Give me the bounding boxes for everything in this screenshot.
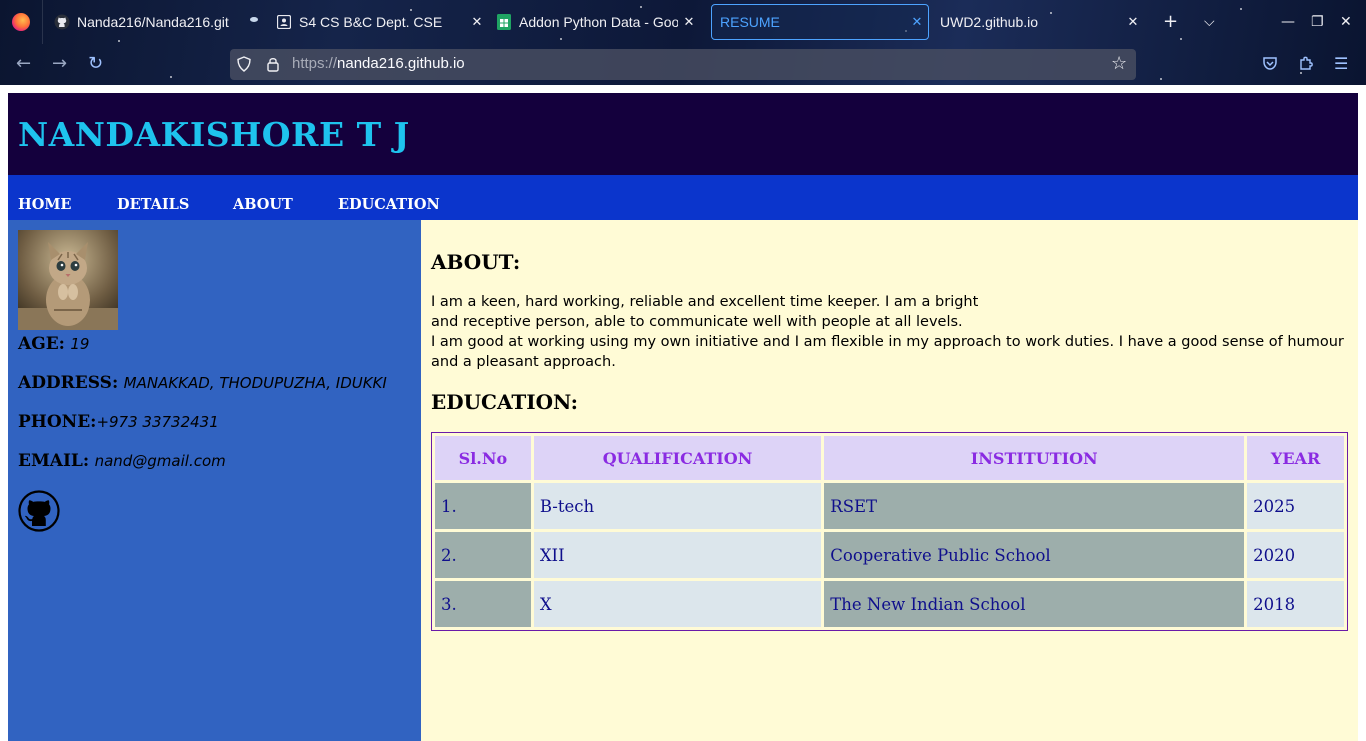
nav-education[interactable]: EDUCATION: [338, 196, 440, 213]
tab-title: RESUME: [720, 14, 780, 30]
lock-icon[interactable]: [265, 56, 281, 72]
cell-institution: Cooperative Public School: [824, 532, 1245, 578]
nav-home[interactable]: HOME: [18, 196, 71, 213]
classroom-icon: [276, 14, 292, 30]
cell-serial: 1.: [435, 483, 531, 529]
tab-sheets[interactable]: Addon Python Data - Goo ✕: [496, 4, 700, 40]
close-tab-icon[interactable]: ✕: [466, 14, 488, 30]
chevron-down-icon[interactable]: ⌵: [1204, 12, 1215, 32]
email-value: nand@gmail.com: [94, 452, 226, 470]
url-host: nanda216.github.io: [337, 55, 465, 72]
tab-title: Addon Python Data - Goo: [519, 14, 678, 30]
tab-title: Nanda216/Nanda216.git: [77, 14, 229, 30]
table-row: 3. X The New Indian School 2018: [435, 581, 1344, 627]
column-header: QUALIFICATION: [533, 436, 822, 480]
column-header: INSTITUTION: [824, 436, 1245, 480]
about-line: I am a keen, hard working, reliable and …: [431, 294, 979, 310]
firefox-icon[interactable]: [12, 13, 30, 31]
cell-serial: 2.: [435, 532, 531, 578]
email-row: EMAIL: nand@gmail.com: [18, 451, 226, 471]
cell-institution: RSET: [824, 483, 1245, 529]
age-value: 19: [70, 335, 90, 353]
nav-about[interactable]: ABOUT: [233, 196, 293, 213]
tab-uwd2[interactable]: UWD2.github.io ✕: [940, 4, 1144, 40]
about-heading: ABOUT:: [431, 250, 521, 274]
webpage: NANDAKISHORE T J HOME DETAILS ABOUT EDUC…: [8, 93, 1358, 741]
email-label: EMAIL:: [18, 451, 90, 471]
url-protocol: https://: [292, 55, 338, 72]
minimize-icon[interactable]: —: [1281, 12, 1295, 32]
phone-label: PHONE:: [18, 412, 97, 432]
extensions-icon[interactable]: [1298, 55, 1314, 75]
github-icon: [54, 14, 70, 30]
tab-title: UWD2.github.io: [940, 14, 1039, 30]
column-header: Sl.No: [435, 436, 531, 480]
site-title: NANDAKISHORE T J: [18, 115, 410, 154]
profile-sidebar: AGE: 19 ADDRESS: MANAKKAD, THODUPUZHA, I…: [8, 220, 421, 741]
phone-value: +973 33732431: [96, 413, 219, 431]
profile-photo: [18, 230, 118, 330]
pocket-icon[interactable]: [1262, 55, 1278, 75]
about-line: I am good at working using my own initia…: [431, 334, 1344, 370]
close-tab-icon[interactable]: ✕: [678, 14, 700, 30]
phone-row: PHONE:+973 33732431: [18, 412, 219, 432]
cell-qualification: B-tech: [533, 483, 822, 529]
tab-resume[interactable]: RESUME ✕: [711, 4, 929, 40]
tab-github[interactable]: Nanda216/Nanda216.git: [54, 4, 274, 40]
cell-year: 2025: [1247, 483, 1344, 529]
back-icon[interactable]: ←: [16, 54, 31, 74]
main-content: ABOUT: I am a keen, hard working, reliab…: [421, 220, 1358, 741]
table-row: 1. B-tech RSET 2025: [435, 483, 1344, 529]
table-header-row: Sl.No QUALIFICATION INSTITUTION YEAR: [435, 436, 1344, 480]
age-row: AGE: 19: [18, 334, 89, 354]
cell-qualification: XII: [533, 532, 822, 578]
url-text[interactable]: https://nanda216.github.io: [292, 55, 465, 72]
sheets-icon: [496, 14, 512, 30]
menu-icon[interactable]: ☰: [1334, 55, 1348, 73]
forward-icon[interactable]: →: [52, 54, 67, 74]
cell-serial: 3.: [435, 581, 531, 627]
github-icon[interactable]: [18, 490, 60, 532]
age-label: AGE:: [18, 334, 65, 354]
shield-icon[interactable]: [236, 56, 252, 72]
nav-details[interactable]: DETAILS: [117, 196, 189, 213]
browser-chrome: Nanda216/Nanda216.git S4 CS B&C Dept. CS…: [0, 0, 1366, 85]
education-heading: EDUCATION:: [431, 390, 578, 414]
close-window-icon[interactable]: ✕: [1340, 12, 1352, 32]
about-line: and receptive person, able to communicat…: [431, 314, 963, 330]
bookmark-star-icon[interactable]: ☆: [1111, 54, 1127, 74]
education-table: Sl.No QUALIFICATION INSTITUTION YEAR 1. …: [431, 432, 1348, 631]
site-header: NANDAKISHORE T J: [8, 93, 1358, 175]
cell-year: 2020: [1247, 532, 1344, 578]
restore-icon[interactable]: ❐: [1311, 12, 1324, 32]
close-tab-icon[interactable]: ✕: [906, 14, 928, 30]
table-row: 2. XII Cooperative Public School 2020: [435, 532, 1344, 578]
tab-title: S4 CS B&C Dept. CSE: [299, 14, 443, 30]
address-value: MANAKKAD, THODUPUZHA, IDUKKI: [123, 374, 387, 392]
site-nav: HOME DETAILS ABOUT EDUCATION: [8, 175, 1358, 220]
reload-icon[interactable]: ↻: [88, 54, 103, 74]
address-row: ADDRESS: MANAKKAD, THODUPUZHA, IDUKKI: [18, 373, 387, 393]
cell-institution: The New Indian School: [824, 581, 1245, 627]
address-label: ADDRESS:: [18, 373, 119, 393]
tab-bar: Nanda216/Nanda216.git S4 CS B&C Dept. CS…: [0, 0, 1366, 44]
column-header: YEAR: [1247, 436, 1344, 480]
tab-classroom[interactable]: S4 CS B&C Dept. CSE ✕: [276, 4, 488, 40]
close-tab-icon[interactable]: ✕: [1122, 14, 1144, 30]
about-text: I am a keen, hard working, reliable and …: [431, 292, 1351, 372]
cell-qualification: X: [533, 581, 822, 627]
new-tab-icon[interactable]: +: [1163, 12, 1178, 32]
cell-year: 2018: [1247, 581, 1344, 627]
